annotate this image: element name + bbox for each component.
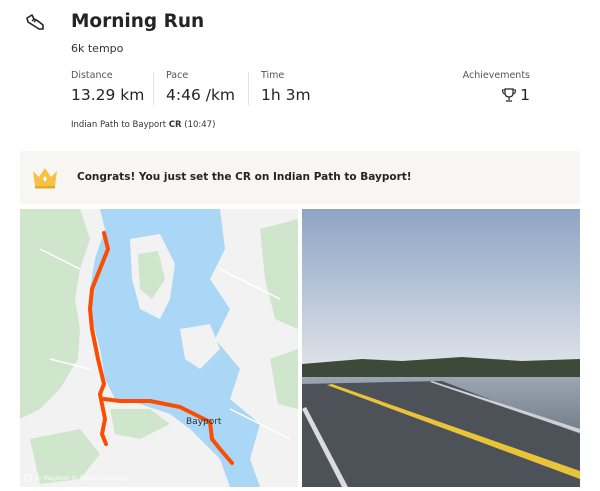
activity-title: Morning Run (71, 11, 205, 32)
road-photo-icon (302, 209, 580, 487)
achievement-banner: Congrats! You just set the CR on Indian … (20, 151, 580, 204)
map-attribution-text: © Mapbox © OpenStreetMap (35, 474, 131, 482)
mapbox-logo-icon (24, 474, 32, 482)
activity-description: 6k tempo (71, 42, 124, 55)
route-map[interactable]: Bayport © Mapbox © OpenStreetMap (20, 209, 298, 487)
segment-badge: CR (168, 120, 182, 130)
stat-pace: Pace 4:46 /km (166, 70, 235, 104)
stat-distance-value: 13.29 km (71, 86, 145, 104)
stat-achievements-value: 1 (520, 86, 530, 104)
stat-divider (248, 72, 249, 105)
crown-icon (33, 168, 57, 189)
map-place-label: Bayport (186, 417, 222, 427)
banner-message: Congrats! You just set the CR on Indian … (77, 171, 412, 183)
segment-summary[interactable]: Indian Path to Bayport CR (10:47) (71, 120, 215, 130)
stat-time-value: 1h 3m (261, 86, 311, 104)
stat-distance-label: Distance (71, 70, 113, 81)
stat-time-label: Time (261, 70, 285, 81)
map-canvas (20, 209, 298, 487)
stat-time: Time 1h 3m (261, 70, 311, 104)
trophy-icon (502, 88, 517, 102)
segment-name[interactable]: Indian Path to Bayport (71, 120, 166, 130)
stat-divider (153, 72, 154, 105)
map-attribution[interactable]: © Mapbox © OpenStreetMap (24, 474, 131, 482)
running-shoe-icon (26, 14, 44, 30)
activity-photo[interactable] (302, 209, 580, 487)
stat-pace-value: 4:46 /km (166, 86, 236, 104)
stat-achievements-label: Achievements (462, 70, 530, 81)
stat-distance: Distance 13.29 km (71, 70, 144, 104)
stat-achievements[interactable]: Achievements 1 (440, 70, 530, 104)
segment-time: (10:47) (184, 120, 216, 130)
stat-pace-label: Pace (166, 70, 189, 81)
